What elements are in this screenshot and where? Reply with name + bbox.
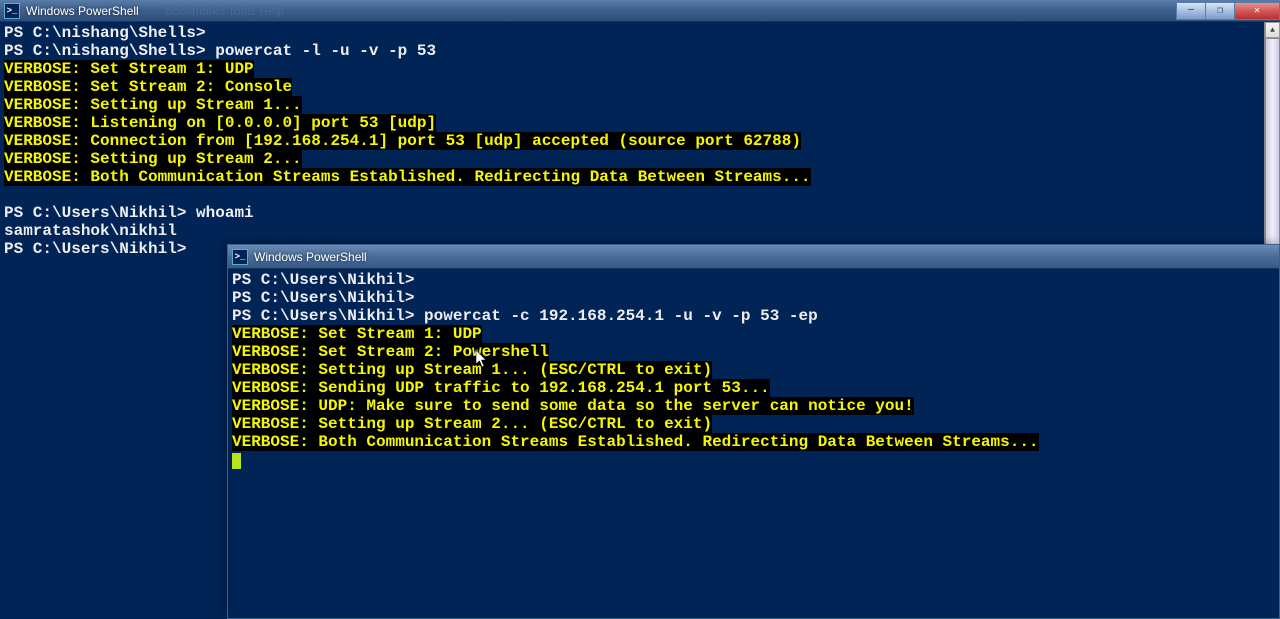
terminal-line: VERBOSE: Set Stream 2: Powershell xyxy=(232,343,1275,361)
terminal-line: VERBOSE: Both Communication Streams Esta… xyxy=(4,168,1276,186)
close-button[interactable]: ✕ xyxy=(1234,2,1280,20)
terminal-line: PS C:\Users\Nikhil> whoami xyxy=(4,204,1276,222)
terminal-line: VERBOSE: Setting up Stream 2... xyxy=(4,150,1276,168)
terminal-line xyxy=(4,186,1276,204)
titlebar-window2[interactable]: >_ Windows PowerShell xyxy=(228,245,1279,269)
terminal-line: VERBOSE: Sending UDP traffic to 192.168.… xyxy=(232,379,1275,397)
titlebar-left-2: >_ Windows PowerShell xyxy=(232,249,367,265)
terminal-line: VERBOSE: Set Stream 1: UDP xyxy=(232,325,1275,343)
terminal-line: VERBOSE: Setting up Stream 1... (ESC/CTR… xyxy=(232,361,1275,379)
dimmed-menu: Bookmarks Tools Help xyxy=(165,4,284,18)
window-title-2: Windows PowerShell xyxy=(254,250,367,264)
terminal-line: VERBOSE: Setting up Stream 2... (ESC/CTR… xyxy=(232,415,1275,433)
terminal-line: PS C:\Users\Nikhil> powercat -c 192.168.… xyxy=(232,307,1275,325)
powershell-icon: >_ xyxy=(232,249,248,265)
terminal-body-2[interactable]: PS C:\Users\Nikhil>PS C:\Users\Nikhil>PS… xyxy=(228,269,1279,618)
titlebar-window1[interactable]: >_ Windows PowerShell Bookmarks Tools He… xyxy=(0,0,1280,22)
window-2: >_ Windows PowerShell PS C:\Users\Nikhil… xyxy=(227,244,1280,619)
terminal-line: VERBOSE: Both Communication Streams Esta… xyxy=(232,433,1275,451)
maximize-button[interactable]: ❐ xyxy=(1205,2,1235,20)
text-cursor xyxy=(232,453,241,469)
terminal-line: PS C:\nishang\Shells> xyxy=(4,24,1276,42)
terminal-line: VERBOSE: Set Stream 2: Console xyxy=(4,78,1276,96)
window-title: Windows PowerShell xyxy=(26,4,139,18)
powershell-icon: >_ xyxy=(4,3,20,19)
cursor-line xyxy=(232,451,1275,469)
scroll-up-button[interactable]: ▲ xyxy=(1265,22,1280,38)
terminal-line: PS C:\Users\Nikhil> xyxy=(232,289,1275,307)
terminal-line: VERBOSE: UDP: Make sure to send some dat… xyxy=(232,397,1275,415)
terminal-line: VERBOSE: Setting up Stream 1... xyxy=(4,96,1276,114)
window-controls: — ❐ ✕ xyxy=(1177,2,1280,20)
terminal-line: PS C:\Users\Nikhil> xyxy=(232,271,1275,289)
terminal-line: VERBOSE: Set Stream 1: UDP xyxy=(4,60,1276,78)
terminal-line: VERBOSE: Connection from [192.168.254.1]… xyxy=(4,132,1276,150)
terminal-line: PS C:\nishang\Shells> powercat -l -u -v … xyxy=(4,42,1276,60)
titlebar-left: >_ Windows PowerShell Bookmarks Tools He… xyxy=(4,3,284,19)
minimize-button[interactable]: — xyxy=(1176,2,1206,20)
terminal-line: VERBOSE: Listening on [0.0.0.0] port 53 … xyxy=(4,114,1276,132)
terminal-line: samratashok\nikhil xyxy=(4,222,1276,240)
